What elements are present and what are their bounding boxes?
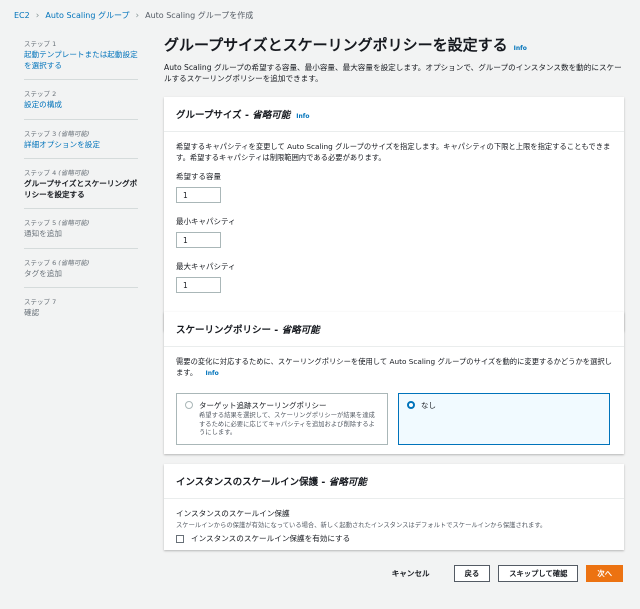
- step-number: ステップ 4 (省略可能): [24, 169, 90, 177]
- panel-body: 需要の変化に対応するために、スケーリングポリシーを使用して Auto Scali…: [164, 347, 624, 454]
- tile-content: ターゲット追跡スケーリングポリシー 希望する結果を選択して、スケーリングポリシー…: [199, 400, 379, 438]
- wizard-footer: キャンセル 戻る スキップして確認 次へ: [392, 565, 623, 582]
- wizard-steps-nav: ステップ 1 起動テンプレートまたは起動設定を選択する ステップ 2 設定の構成…: [24, 38, 138, 335]
- wizard-step-1: ステップ 1 起動テンプレートまたは起動設定を選択する: [24, 38, 138, 80]
- panel-header: インスタンスのスケールイン保護 - 省略可能: [164, 464, 624, 499]
- min-capacity-label: 最小キャパシティ: [176, 217, 236, 226]
- breadcrumb-asg-link[interactable]: Auto Scaling グループ: [45, 10, 129, 21]
- breadcrumb: EC2 › Auto Scaling グループ › Auto Scaling グ…: [14, 10, 253, 21]
- step-number: ステップ 6 (省略可能): [24, 258, 90, 267]
- wizard-step-6: ステップ 6 (省略可能) タグを追加: [24, 257, 138, 288]
- panel-header: グループサイズ - 省略可能 Info: [164, 97, 624, 132]
- skip-to-review-button[interactable]: スキップして確認: [498, 565, 579, 582]
- group-size-info-link[interactable]: Info: [296, 113, 309, 120]
- scale-in-description: スケールインからの保護が有効になっている場合、新しく起動されたインスタンスはデフ…: [176, 522, 547, 529]
- step-number: ステップ 7: [24, 298, 57, 306]
- breadcrumb-current: Auto Scaling グループを作成: [145, 11, 254, 20]
- step-7-title: 確認: [24, 308, 40, 317]
- wizard-step-3: ステップ 3 (省略可能) 詳細オプションを設定: [24, 128, 138, 159]
- breadcrumb-ec2-link[interactable]: EC2: [14, 11, 30, 20]
- tile-description: 希望する結果を選択して、スケーリングポリシーが結果を達成するために必要に応じてキ…: [199, 412, 375, 436]
- group-size-panel: グループサイズ - 省略可能 Info 希望するキャパシティを変更して Auto…: [164, 97, 624, 331]
- cancel-button[interactable]: キャンセル: [392, 568, 430, 579]
- wizard-step-7: ステップ 7 確認: [24, 296, 138, 327]
- checkbox-label[interactable]: インスタンスのスケールイン保護を有効にする: [191, 533, 350, 544]
- step-2-link[interactable]: 設定の構成: [24, 100, 138, 111]
- step-6-title: タグを追加: [24, 268, 62, 278]
- max-capacity-label: 最大キャパシティ: [176, 262, 236, 271]
- min-capacity-input[interactable]: 1: [176, 232, 221, 248]
- wizard-step-4: ステップ 4 (省略可能) グループサイズとスケーリングポリシーを設定する: [24, 167, 138, 209]
- panel-header: スケーリングポリシー - 省略可能: [164, 312, 624, 347]
- scaling-policy-options: ターゲット追跡スケーリングポリシー 希望する結果を選択して、スケーリングポリシー…: [176, 393, 612, 445]
- none-option[interactable]: なし: [398, 393, 610, 445]
- radio-unselected[interactable]: [185, 401, 193, 409]
- step-number: ステップ 5 (省略可能): [24, 219, 90, 227]
- scaling-policy-panel: スケーリングポリシー - 省略可能 需要の変化に対応するために、スケーリングポリ…: [164, 312, 624, 454]
- panel-body: インスタンスのスケールイン保護 スケールインからの保護が有効になっている場合、新…: [164, 499, 624, 553]
- wizard-step-2: ステップ 2 設定の構成: [24, 88, 138, 120]
- scale-in-checkbox-row[interactable]: インスタンスのスケールイン保護を有効にする: [176, 533, 612, 544]
- panel-body: 希望するキャパシティを変更して Auto Scaling グループのサイズを指定…: [164, 132, 624, 302]
- page-header: グループサイズとスケーリングポリシーを設定する Info: [164, 34, 624, 55]
- page-info-link[interactable]: Info: [514, 45, 527, 52]
- tile-title: ターゲット追跡スケーリングポリシー: [199, 401, 327, 410]
- desired-capacity-label: 希望する容量: [176, 172, 221, 181]
- page-title: グループサイズとスケーリングポリシーを設定する: [164, 36, 508, 54]
- back-button[interactable]: 戻る: [453, 565, 491, 582]
- chevron-right-icon: ›: [35, 10, 40, 21]
- main-content: グループサイズとスケーリングポリシーを設定する Info Auto Scalin…: [164, 34, 624, 550]
- panel-title: インスタンスのスケールイン保護 - 省略可能: [176, 477, 367, 488]
- next-button[interactable]: 次へ: [586, 565, 623, 582]
- tile-title: なし: [421, 401, 436, 410]
- scale-in-protection-panel: インスタンスのスケールイン保護 - 省略可能 インスタンスのスケールイン保護 ス…: [164, 464, 624, 550]
- scale-in-subtitle: インスタンスのスケールイン保護: [176, 509, 290, 518]
- step-3-link[interactable]: 詳細オプションを設定: [24, 140, 138, 151]
- page-description: Auto Scaling グループの希望する容量、最小容量、最大容量を設定します…: [164, 63, 622, 83]
- radio-selected[interactable]: [407, 401, 415, 409]
- step-4-current: グループサイズとスケーリングポリシーを設定する: [24, 179, 138, 199]
- step-number: ステップ 1: [24, 40, 57, 48]
- max-capacity-input[interactable]: 1: [176, 277, 221, 293]
- step-5-title: 通知を追加: [24, 229, 62, 238]
- desired-capacity-input[interactable]: 1: [176, 187, 221, 203]
- tile-content: なし: [421, 400, 436, 438]
- wizard-step-5: ステップ 5 (省略可能) 通知を追加: [24, 217, 138, 249]
- scaling-policy-info-link[interactable]: Info: [206, 370, 219, 377]
- panel-title: スケーリングポリシー - 省略可能: [176, 325, 320, 336]
- panel-title: グループサイズ - 省略可能: [176, 110, 291, 121]
- target-tracking-option[interactable]: ターゲット追跡スケーリングポリシー 希望する結果を選択して、スケーリングポリシー…: [176, 393, 388, 445]
- step-1-link[interactable]: 起動テンプレートまたは起動設定を選択する: [24, 50, 138, 71]
- scaling-policy-description: 需要の変化に対応するために、スケーリングポリシーを使用して Auto Scali…: [176, 357, 612, 377]
- group-size-description: 希望するキャパシティを変更して Auto Scaling グループのサイズを指定…: [176, 142, 611, 162]
- step-number: ステップ 3 (省略可能): [24, 129, 90, 138]
- scale-in-checkbox[interactable]: [176, 534, 184, 543]
- step-number: ステップ 2: [24, 90, 57, 98]
- chevron-right-icon: ›: [135, 10, 140, 21]
